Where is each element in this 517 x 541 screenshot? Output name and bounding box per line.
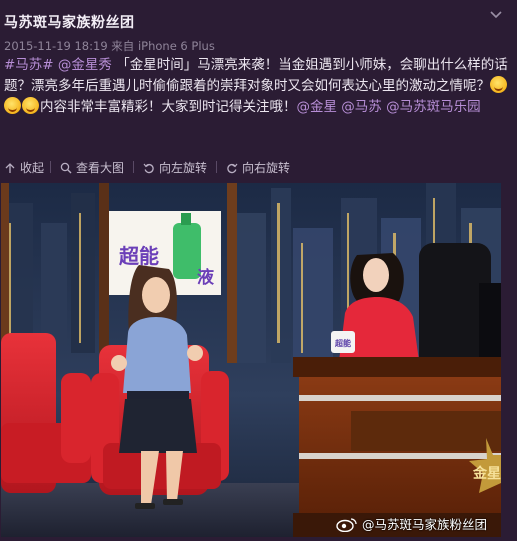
post-text-segment: 内容非常丰富精彩！大家到时记得关注哦！ xyxy=(40,99,297,115)
black-chair-host xyxy=(419,243,501,373)
collapse-button[interactable]: 收起 xyxy=(4,159,44,176)
post-meta: 2015-11-19 18:19 来自 iPhone 6 Plus xyxy=(4,38,215,54)
cup-text: 超能 xyxy=(334,338,351,348)
post-text-link[interactable]: @金星 xyxy=(297,99,338,115)
watermark-text: @马苏斑马家族粉丝团 xyxy=(361,517,487,532)
view-large-label: 查看大图 xyxy=(76,161,125,175)
image-toolbar: 收起 查看大图 向左旋转 向右旋转 xyxy=(0,155,517,179)
rotate-right-button[interactable]: 向右旋转 xyxy=(226,159,290,176)
host-desk xyxy=(293,357,501,537)
tv-studio-photo: 超能 液 超能 金星 xyxy=(1,183,501,537)
rotate-right-icon xyxy=(227,163,238,173)
toolbar-divider xyxy=(133,161,134,173)
rotate-left-button[interactable]: 向左旋转 xyxy=(143,159,207,176)
rotate-left-label: 向左旋转 xyxy=(159,161,208,175)
desk-logo-text: 金星 xyxy=(472,465,501,481)
rotate-right-label: 向右旋转 xyxy=(242,161,291,175)
author-name[interactable]: 马苏斑马家族粉丝团 xyxy=(4,12,135,32)
magnifier-icon xyxy=(60,162,72,173)
source-prefix: 来自 xyxy=(111,39,135,53)
weibo-logo-icon xyxy=(336,517,357,532)
billboard-text-2: 液 xyxy=(197,267,214,287)
source-device[interactable]: iPhone 6 Plus xyxy=(138,39,215,53)
toolbar-divider xyxy=(216,161,217,173)
post-text-link[interactable]: @马苏斑马乐园 xyxy=(386,99,481,115)
emoji-icon xyxy=(490,76,507,93)
post-text: #马苏# @金星秀 「金星时间」马漂亮来袭！当金姐遇到小师妹，会聊出什么样的话题… xyxy=(4,55,509,118)
post-timestamp[interactable]: 2015-11-19 18:19 xyxy=(4,39,108,53)
emoji-icon xyxy=(4,97,21,114)
emoji-icon xyxy=(22,97,39,114)
arrow-up-icon xyxy=(5,162,15,173)
collapse-label: 收起 xyxy=(20,161,45,175)
post-text-link[interactable]: #马苏# xyxy=(4,57,54,73)
photo-watermark: @马苏斑马家族粉丝团 xyxy=(336,514,487,533)
post-text-link[interactable]: @马苏 xyxy=(341,99,382,115)
post-photo[interactable]: 超能 液 超能 金星 @马苏斑马家族粉丝团 xyxy=(1,183,501,537)
post-header: 马苏斑马家族粉丝团 2015-11-19 18:19 来自 iPhone 6 P… xyxy=(0,4,517,60)
toolbar-divider xyxy=(50,161,51,173)
chevron-down-icon[interactable] xyxy=(489,8,503,22)
billboard-text-1: 超能 xyxy=(118,244,159,268)
rotate-left-icon xyxy=(143,163,154,173)
post-text-link[interactable]: @金星秀 xyxy=(58,57,112,73)
view-large-button[interactable]: 查看大图 xyxy=(60,159,124,176)
weibo-post-card: 马苏斑马家族粉丝团 2015-11-19 18:19 来自 iPhone 6 P… xyxy=(0,0,517,541)
